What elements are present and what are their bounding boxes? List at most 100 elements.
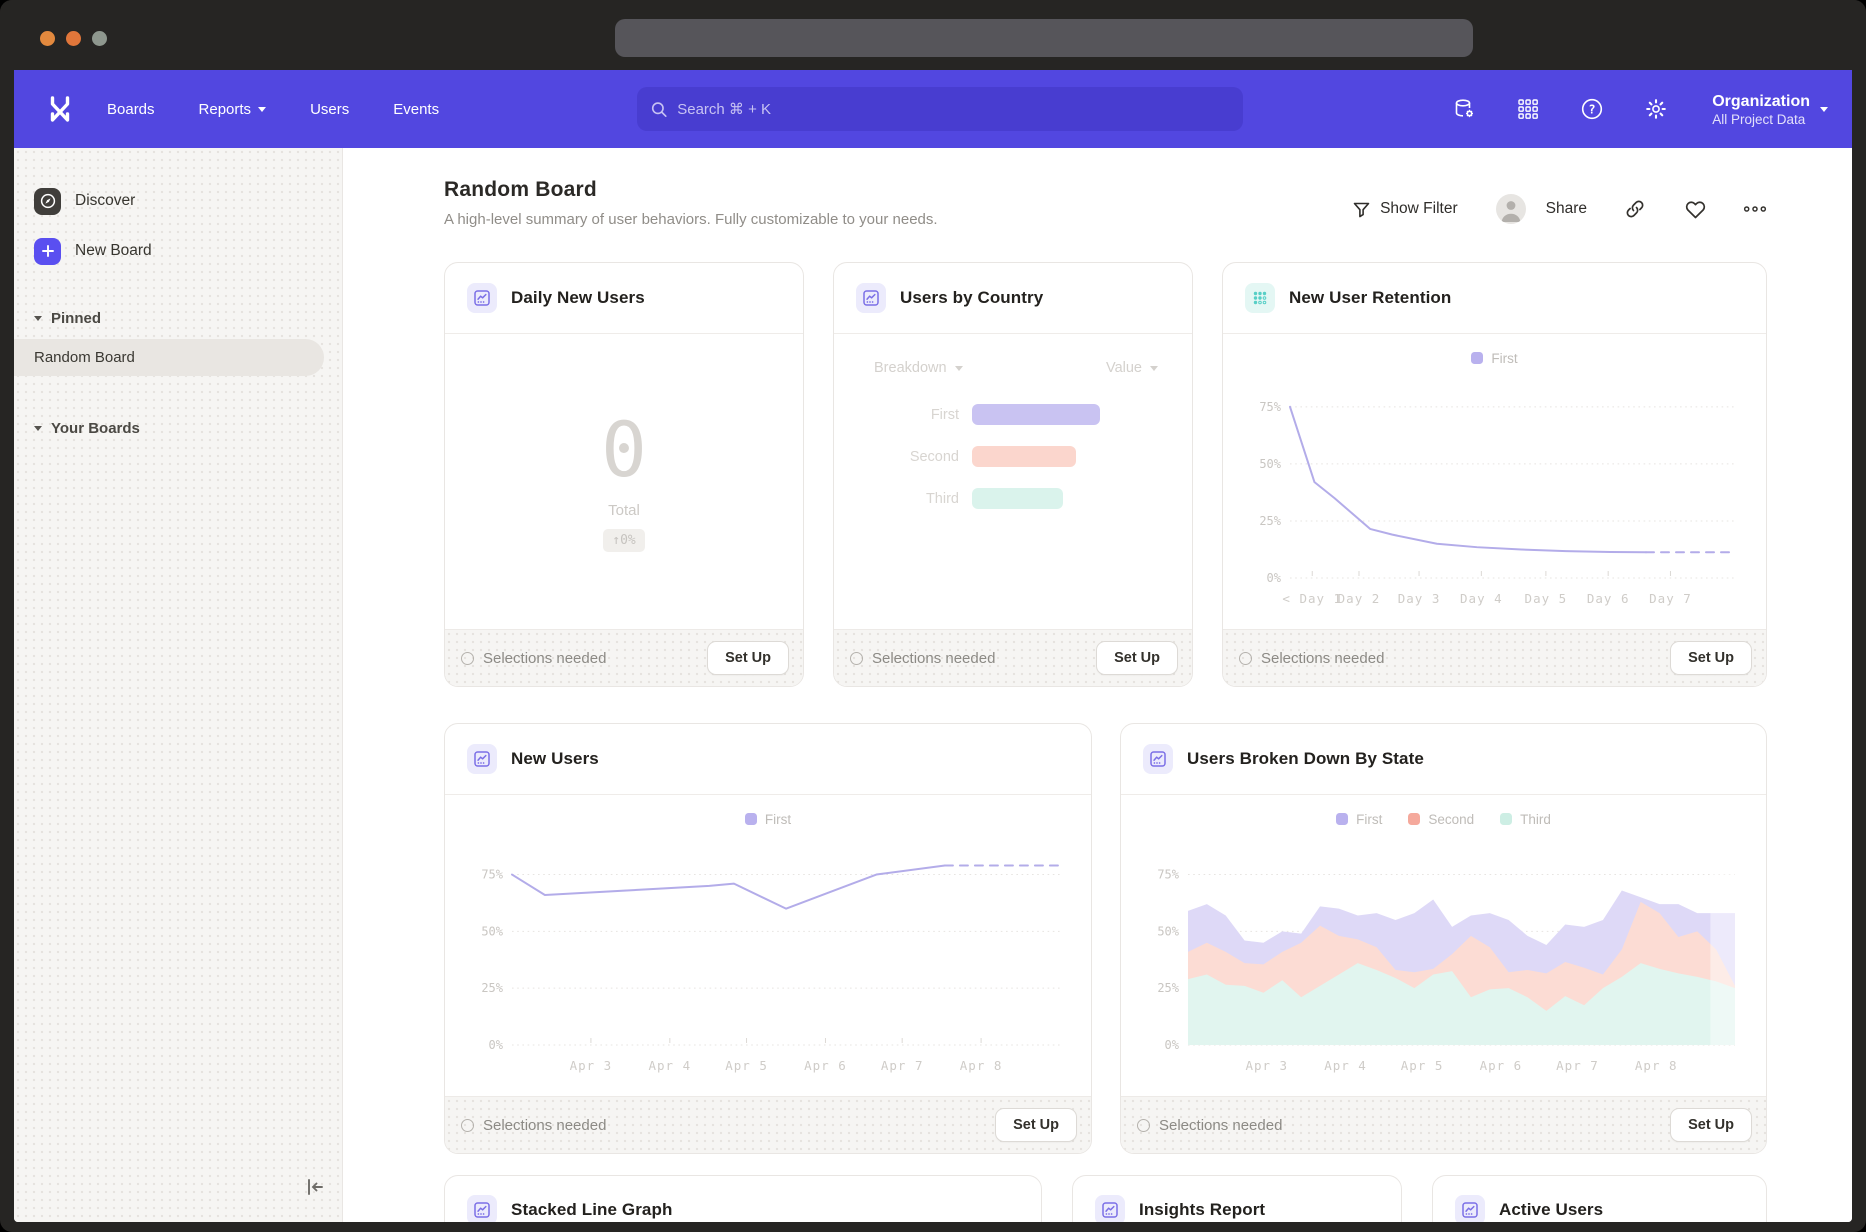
nav-item-boards[interactable]: Boards xyxy=(107,101,155,118)
app-window: Boards Reports Users Events xyxy=(0,0,1866,1232)
svg-text:Apr 4: Apr 4 xyxy=(649,1058,692,1073)
card-title: Daily New Users xyxy=(511,288,645,308)
traffic-lights[interactable] xyxy=(40,31,107,46)
svg-text:Day 3: Day 3 xyxy=(1398,591,1441,606)
svg-text:50%: 50% xyxy=(481,924,503,938)
retention-grid-icon xyxy=(1245,283,1275,313)
show-filter-button[interactable]: Show Filter xyxy=(1352,200,1458,219)
organization-name: Organization xyxy=(1712,92,1810,112)
sidebar-item-new-board[interactable]: New Board xyxy=(14,236,342,266)
sidebar-item-discover[interactable]: Discover xyxy=(14,186,342,216)
svg-text:75%: 75% xyxy=(1157,868,1179,882)
svg-text:Apr 7: Apr 7 xyxy=(881,1058,924,1073)
metric-label: Total xyxy=(608,502,640,519)
page-title: Random Board xyxy=(444,178,938,202)
card-new-user-retention: New User Retention First 75%50%25%0%< Da… xyxy=(1222,262,1767,687)
organization-selector[interactable]: Organization All Project Data xyxy=(1712,92,1828,127)
line-chart-icon xyxy=(1095,1195,1125,1222)
svg-text:Day 4: Day 4 xyxy=(1460,591,1503,606)
svg-text:25%: 25% xyxy=(1259,514,1281,528)
main-content: Random Board A high-level summary of use… xyxy=(343,148,1852,1222)
card-footer: Selections needed Set Up xyxy=(1223,629,1766,686)
selections-needed-status: Selections needed xyxy=(461,650,606,667)
selections-needed-status: Selections needed xyxy=(461,1117,606,1134)
svg-text:25%: 25% xyxy=(481,981,503,995)
metric-delta-badge: ↑0% xyxy=(603,529,644,552)
legend-swatch xyxy=(1471,352,1483,364)
global-search[interactable] xyxy=(637,87,1243,131)
status-circle-icon xyxy=(461,652,474,665)
more-options-icon[interactable] xyxy=(1743,197,1767,221)
nav-item-users[interactable]: Users xyxy=(310,101,349,118)
nav-menu: Boards Reports Users Events xyxy=(107,101,439,118)
svg-text:25%: 25% xyxy=(1157,981,1179,995)
legend-swatch xyxy=(1408,813,1420,825)
settings-gear-icon[interactable] xyxy=(1644,97,1668,121)
nav-item-label: Reports xyxy=(199,101,252,118)
avatar[interactable] xyxy=(1496,194,1526,224)
help-icon[interactable]: ? xyxy=(1580,97,1604,121)
data-management-icon[interactable] xyxy=(1452,97,1476,121)
svg-text:Apr 7: Apr 7 xyxy=(1556,1058,1599,1073)
legend-item: First xyxy=(1471,351,1517,366)
zoom-window-button[interactable] xyxy=(92,31,107,46)
chart-legend: FirstSecondThird xyxy=(1121,811,1766,827)
show-filter-label: Show Filter xyxy=(1380,200,1458,218)
search-icon xyxy=(651,101,667,118)
close-window-button[interactable] xyxy=(40,31,55,46)
browser-url-bar[interactable] xyxy=(615,19,1473,57)
legend-item: First xyxy=(1336,812,1382,827)
card-title: Users Broken Down By State xyxy=(1187,749,1424,769)
chart-legend: First xyxy=(1223,350,1766,366)
card-footer: Selections needed Set Up xyxy=(445,1096,1091,1153)
favorite-heart-icon[interactable] xyxy=(1683,197,1707,221)
svg-text:Apr 6: Apr 6 xyxy=(804,1058,847,1073)
nav-item-reports[interactable]: Reports xyxy=(199,101,267,118)
cards-row-1: Daily New Users 0 Total ↑0% Selectio xyxy=(444,262,1767,687)
set-up-button[interactable]: Set Up xyxy=(707,641,789,675)
minimize-window-button[interactable] xyxy=(66,31,81,46)
share-button[interactable]: Share xyxy=(1546,200,1587,218)
sidebar-section-pinned[interactable]: Pinned xyxy=(14,310,342,327)
chart-legend: First xyxy=(445,811,1091,827)
card-title: New User Retention xyxy=(1289,288,1451,308)
your-boards-label: Your Boards xyxy=(51,420,140,437)
svg-text:Day 7: Day 7 xyxy=(1649,591,1692,606)
set-up-button[interactable]: Set Up xyxy=(1670,1108,1752,1142)
selections-needed-status: Selections needed xyxy=(850,650,995,667)
svg-text:Apr 8: Apr 8 xyxy=(960,1058,1003,1073)
collapse-sidebar-icon[interactable] xyxy=(302,1174,328,1200)
value-dropdown[interactable]: Value xyxy=(1106,360,1158,376)
chevron-down-icon xyxy=(34,426,42,431)
sidebar-section-your-boards[interactable]: Your Boards xyxy=(14,420,342,437)
share-label: Share xyxy=(1546,200,1587,218)
pinned-board-label: Random Board xyxy=(34,349,135,366)
card-title: Stacked Line Graph xyxy=(511,1200,672,1220)
set-up-button[interactable]: Set Up xyxy=(995,1108,1077,1142)
search-input[interactable] xyxy=(677,101,1229,118)
bar-label: First xyxy=(834,407,972,423)
legend-item: First xyxy=(745,812,791,827)
svg-text:0%: 0% xyxy=(1165,1038,1180,1052)
status-circle-icon xyxy=(1239,652,1252,665)
bar-third xyxy=(972,488,1063,509)
card-footer: Selections needed Set Up xyxy=(834,629,1192,686)
card-stacked-line-graph: Stacked Line Graph xyxy=(444,1175,1042,1222)
copy-link-icon[interactable] xyxy=(1623,197,1647,221)
status-circle-icon xyxy=(461,1119,474,1132)
mixpanel-logo-icon[interactable] xyxy=(47,94,73,124)
apps-grid-icon[interactable] xyxy=(1516,97,1540,121)
svg-text:0%: 0% xyxy=(1267,571,1282,585)
country-bar-row: Third xyxy=(834,488,1192,509)
set-up-button[interactable]: Set Up xyxy=(1096,641,1178,675)
board-header: Random Board A high-level summary of use… xyxy=(444,178,938,228)
set-up-button[interactable]: Set Up xyxy=(1670,641,1752,675)
svg-text:75%: 75% xyxy=(1259,400,1281,414)
nav-item-events[interactable]: Events xyxy=(393,101,439,118)
legend-item: Second xyxy=(1408,812,1474,827)
sidebar-item-random-board[interactable]: Random Board xyxy=(14,339,324,376)
top-navigation: Boards Reports Users Events xyxy=(14,70,1852,148)
svg-text:0%: 0% xyxy=(489,1038,504,1052)
breakdown-dropdown[interactable]: Breakdown xyxy=(874,360,963,376)
nav-right-group: ? Organization All Project Data xyxy=(1452,92,1828,127)
